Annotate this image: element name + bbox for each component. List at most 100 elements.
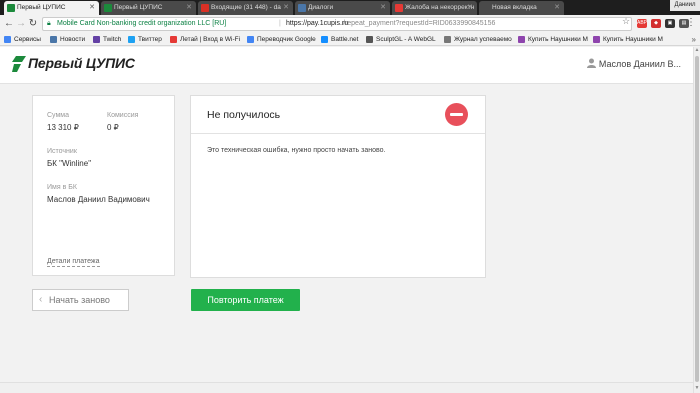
bookmark-item[interactable]: Battle.net [321, 33, 358, 46]
bookmark-item[interactable]: Купить Наушники M [593, 33, 663, 46]
bookmark-label: SculptGL - A WebGL [376, 36, 436, 43]
name-value: Маслов Даниил Вадимович [47, 195, 150, 204]
browser-toolbar: ← → ↻ 🔒︎ Mobile Card Non-banking credit … [0, 15, 700, 33]
shop-icon [518, 36, 525, 43]
fee-value: 0 ₽ [107, 123, 119, 132]
cupis-logo-icon[interactable] [12, 56, 26, 72]
scroll-down-arrow-icon[interactable]: ▼ [694, 385, 700, 393]
close-tab-icon[interactable]: ✕ [467, 1, 473, 15]
gmail-favicon-icon [201, 4, 209, 12]
source-label: Источник [47, 148, 77, 155]
user-name: Маслов Даниил В... [598, 59, 681, 69]
bookmark-label: Купить Наушники M [603, 36, 663, 43]
yandex-favicon-icon [395, 4, 403, 12]
page-content: Первый ЦУПИС Маслов Даниил В... Сумма 13… [0, 47, 693, 393]
payment-details-link[interactable]: Детали платежа [47, 257, 100, 267]
error-title: Не получилось [207, 109, 281, 121]
lock-icon: 🔒︎ [47, 20, 51, 27]
fee-label: Комиссия [107, 112, 139, 119]
scroll-up-arrow-icon[interactable]: ▲ [694, 47, 700, 55]
reload-icon[interactable]: ↻ [27, 17, 39, 31]
tab-strip: Первый ЦУПИС ✕ Первый ЦУПИС ✕ Входящие (… [0, 0, 700, 15]
chevron-left-icon: ‹ [39, 294, 43, 305]
wifi-icon [170, 36, 177, 43]
vk-favicon-icon [298, 4, 306, 12]
extension-icon[interactable]: ▣ [665, 19, 675, 28]
vk-icon [50, 36, 57, 43]
url-host: https://pay.1cupis.ru [286, 20, 349, 27]
bookmark-item[interactable]: Сервисы [4, 33, 41, 46]
shop-icon [593, 36, 600, 43]
horizontal-scrollbar[interactable] [0, 382, 693, 393]
bookmark-label: Новости [60, 36, 86, 43]
error-header: Не получилось [191, 96, 485, 134]
apps-icon [4, 36, 11, 43]
bookmark-item[interactable]: Переводчик Google [247, 33, 316, 46]
source-value: БК "Winline" [47, 159, 92, 168]
scroll-thumb[interactable] [695, 56, 699, 382]
close-tab-icon[interactable]: ✕ [283, 1, 289, 15]
tab-title: Диалоги [308, 4, 334, 11]
vertical-scrollbar[interactable]: ▲ ▼ [693, 47, 700, 393]
bookmark-item[interactable]: Летай | Вход в Wi-Fi [170, 33, 240, 46]
twitch-icon [93, 36, 100, 43]
bookmark-item[interactable]: Журнал успеваемо [444, 33, 512, 46]
journal-icon [444, 36, 451, 43]
user-menu[interactable]: Маслов Даниил В... [586, 58, 681, 69]
bookmark-label: Твиттер [138, 36, 162, 43]
google-translate-icon [247, 36, 254, 43]
forward-arrow-icon[interactable]: → [15, 17, 27, 31]
sculptgl-icon [366, 36, 373, 43]
tab-title: Первый ЦУПИС [114, 4, 163, 11]
user-icon [586, 58, 596, 68]
profile-button[interactable]: Даниил [670, 0, 700, 11]
error-message: Это техническая ошибка, нужно просто нач… [207, 147, 386, 154]
payment-info-card: Сумма 13 310 ₽ Комиссия 0 ₽ Источник БК … [32, 95, 175, 276]
address-bar[interactable]: 🔒︎ Mobile Card Non-banking credit organi… [42, 17, 632, 31]
browser-menu-icon[interactable]: ⋮ [686, 17, 696, 28]
browser-tab[interactable]: Первый ЦУПИС ✕ [4, 1, 99, 15]
tab-title: Жалоба на некорректн [405, 4, 475, 11]
bookmark-item[interactable]: SculptGL - A WebGL [366, 33, 436, 46]
name-label: Имя в БК [47, 184, 77, 191]
browser-tab[interactable]: Входящие (31 448) - da ✕ [198, 1, 293, 15]
bookmarks-overflow-icon[interactable]: » [692, 33, 696, 46]
browser-tab[interactable]: Новая вкладка ✕ [479, 1, 564, 15]
bookmark-label: Сервисы [14, 36, 41, 43]
browser-tab[interactable]: Первый ЦУПИС ✕ [101, 1, 196, 15]
restart-button-label: Начать заново [49, 295, 110, 305]
url-path: /repeat_payment?requestId=RID06339908451… [343, 20, 496, 27]
certificate-org: Mobile Card Non-banking credit organizat… [57, 20, 227, 27]
bookmark-label: Летай | Вход в Wi-Fi [180, 36, 241, 43]
bookmark-label: Battle.net [331, 36, 359, 43]
bookmark-item[interactable]: Купить Наушники M [518, 33, 588, 46]
browser-tab[interactable]: Жалоба на некорректн ✕ [392, 1, 477, 15]
close-tab-icon[interactable]: ✕ [186, 1, 192, 15]
amount-label: Сумма [47, 112, 69, 119]
close-tab-icon[interactable]: ✕ [554, 1, 560, 15]
tab-title: Входящие (31 448) - da [211, 4, 281, 11]
bookmark-item[interactable]: Твиттер [128, 33, 162, 46]
address-separator: | [279, 20, 281, 27]
close-tab-icon[interactable]: ✕ [380, 1, 386, 15]
bookmarks-bar: Сервисы Новости Twitch Твиттер Летай | В… [0, 33, 700, 46]
adblock-extension-icon[interactable]: ABP [637, 19, 647, 28]
cupis-favicon-icon [7, 4, 15, 12]
site-logo-text[interactable]: Первый ЦУПИС [28, 55, 135, 71]
bookmark-label: Купить Наушники M [528, 36, 588, 43]
tab-title: Первый ЦУПИС [17, 4, 66, 11]
bookmark-label: Twitch [103, 36, 122, 43]
bookmark-item[interactable]: Twitch [93, 33, 121, 46]
restart-button[interactable]: ‹ Начать заново [32, 289, 129, 311]
bookmark-item[interactable]: Новости [50, 33, 85, 46]
bookmark-label: Журнал успеваемо [454, 36, 512, 43]
browser-tab[interactable]: Диалоги ✕ [295, 1, 390, 15]
close-tab-icon[interactable]: ✕ [89, 1, 95, 15]
twitter-icon [128, 36, 135, 43]
bookmark-star-icon[interactable]: ☆ [622, 16, 630, 27]
error-card: Не получилось Это техническая ошибка, ну… [190, 95, 486, 278]
extension-icon[interactable]: ◆ [651, 19, 661, 28]
back-arrow-icon[interactable]: ← [3, 17, 15, 31]
retry-payment-button[interactable]: Повторить платеж [191, 289, 300, 311]
amount-value: 13 310 ₽ [47, 123, 79, 132]
